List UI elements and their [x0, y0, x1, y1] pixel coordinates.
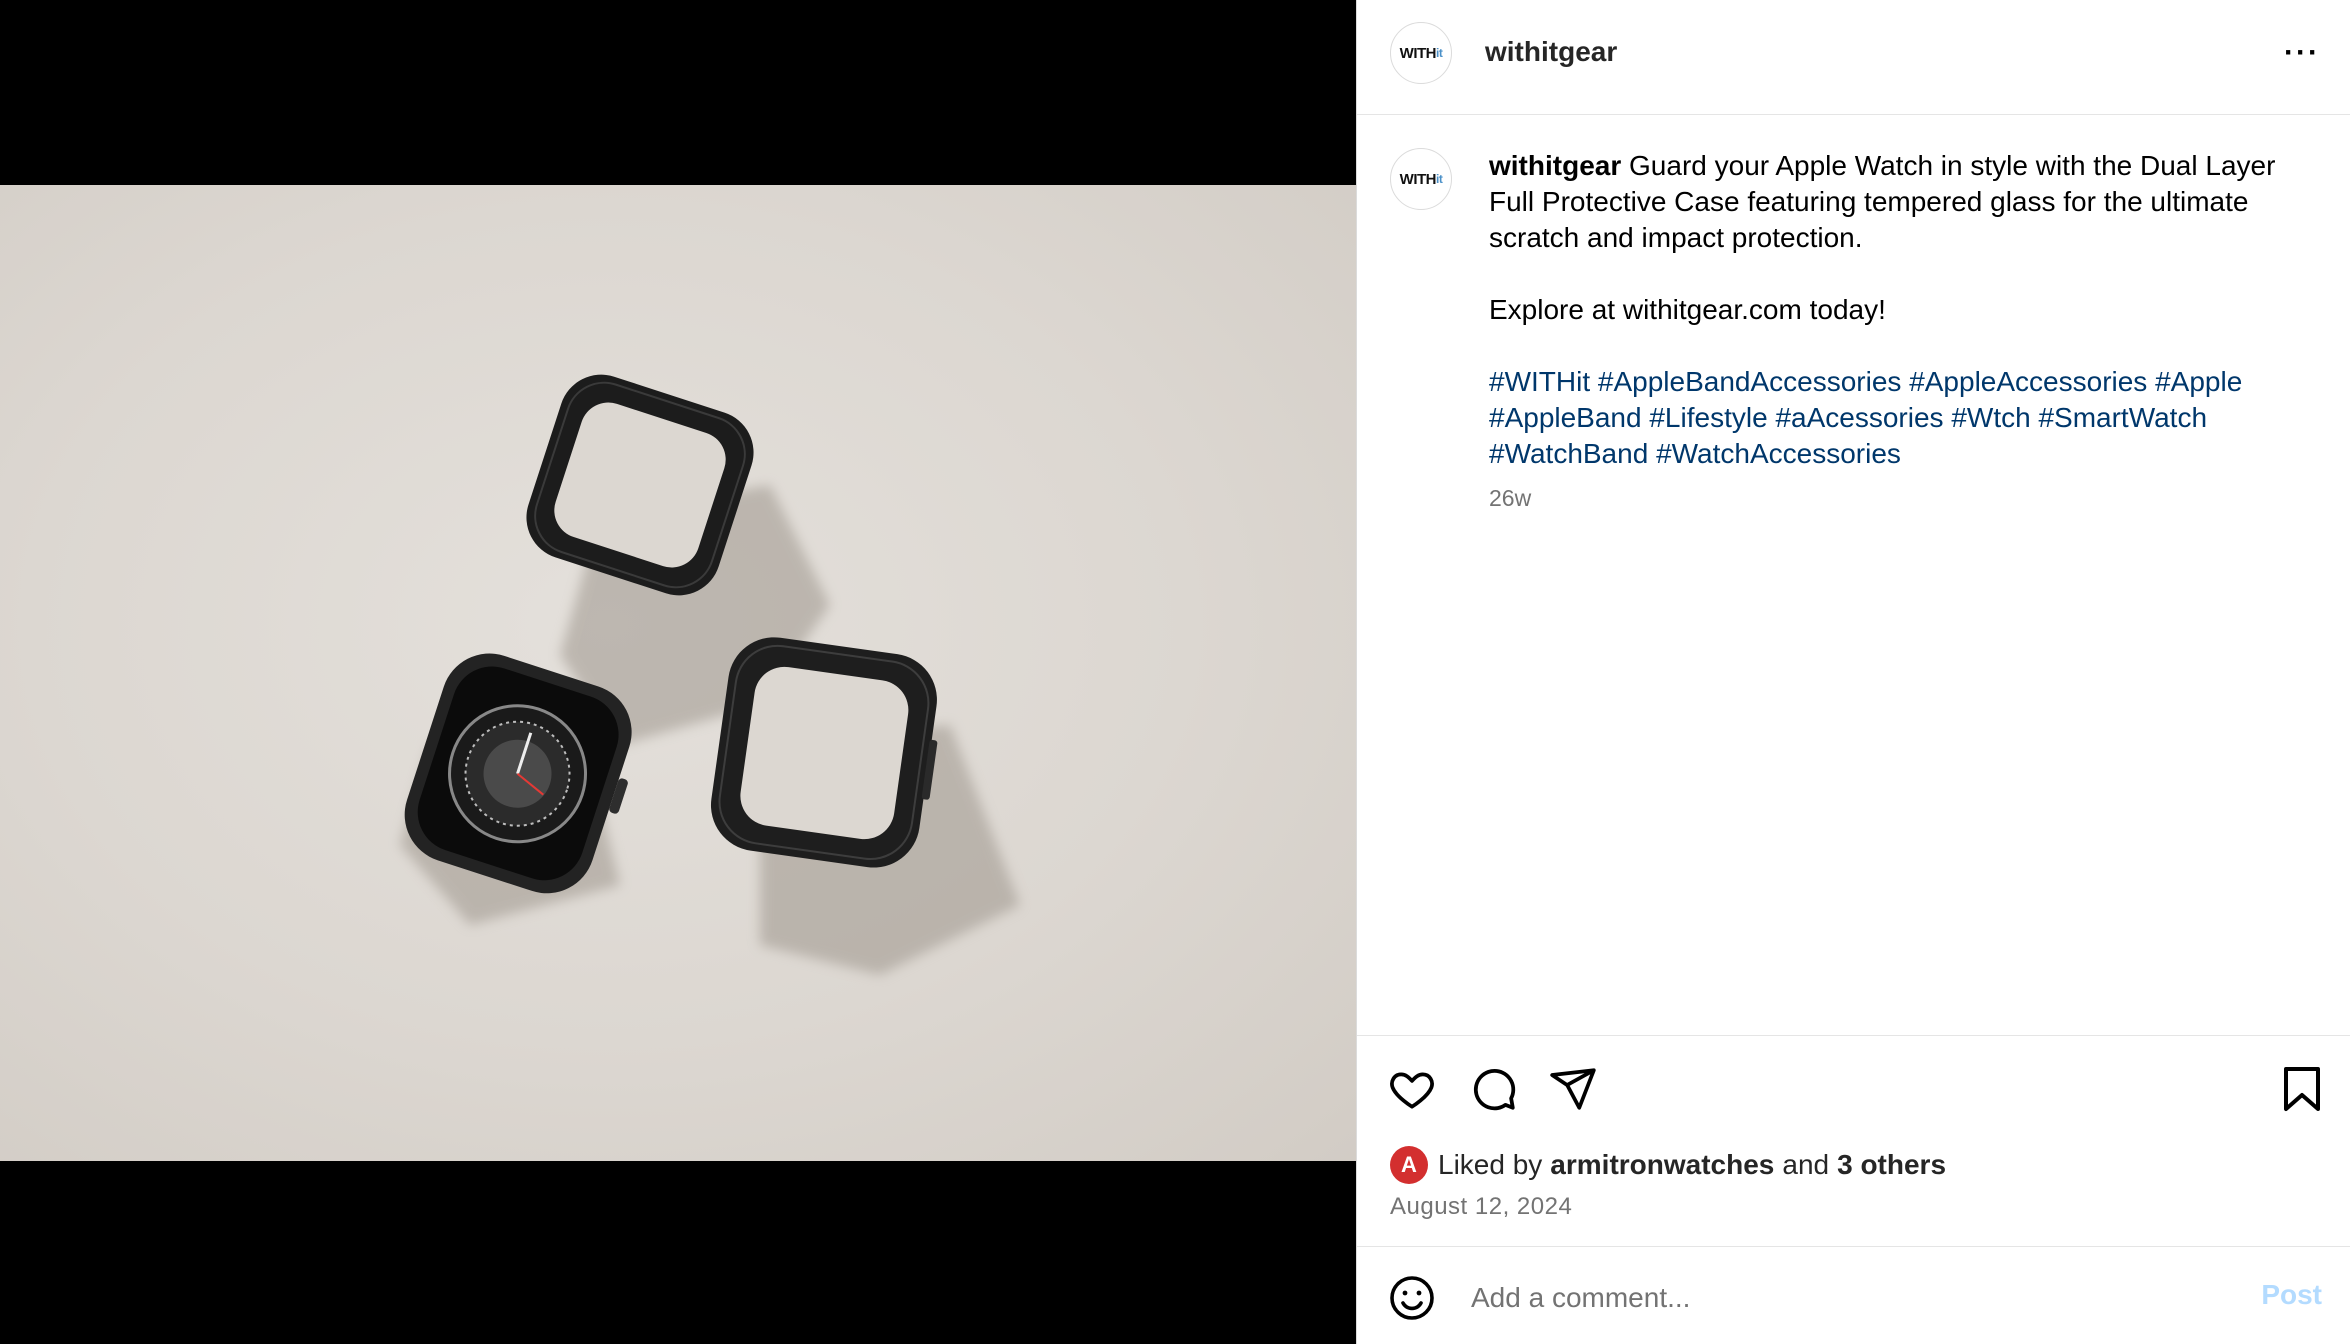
post-actions: A Liked by armitronwatches and 3 others … [1357, 1035, 2350, 1245]
bookmark-icon[interactable] [2280, 1064, 2324, 1119]
caption-cta: Explore at withitgear.com today! [1489, 294, 1886, 325]
author-avatar[interactable]: WITH it [1390, 22, 1452, 84]
likes-prefix: Liked by [1438, 1149, 1543, 1180]
hashtag-link[interactable]: #SmartWatch [2038, 402, 2207, 433]
share-icon[interactable] [1548, 1064, 1598, 1119]
watch-cases-illustration [400, 374, 1020, 975]
avatar-logo-suffix: it [1435, 46, 1443, 60]
hashtag-link[interactable]: #AppleAccessories [1909, 366, 2147, 397]
hashtag-link[interactable]: #WITHit [1489, 366, 1590, 397]
heart-icon[interactable] [1387, 1064, 1437, 1119]
avatar-logo-text: WITH [1399, 170, 1437, 188]
more-icon[interactable]: ··· [2284, 38, 2320, 68]
post-caption: withitgear Guard your Apple Watch in sty… [1489, 148, 2309, 472]
post-date[interactable]: August 12, 2024 [1390, 1193, 1572, 1221]
liker-avatar[interactable]: A [1390, 1146, 1428, 1184]
likes-conjunction: and [1782, 1149, 1830, 1180]
hashtag-link[interactable]: #WatchAccessories [1656, 438, 1901, 469]
author-username[interactable]: withitgear [1485, 36, 1617, 68]
post-media [0, 0, 1356, 1344]
avatar-logo-suffix: it [1435, 172, 1443, 186]
post-side-panel: WITH it withitgear ··· WITH it withitgear … [1356, 0, 2350, 1344]
comment-bar: Post [1357, 1246, 2350, 1344]
hashtag-link[interactable]: #Wtch [1951, 402, 2030, 433]
post-age[interactable]: 26w [1489, 485, 1531, 512]
avatar-logo-text: WITH [1399, 44, 1437, 62]
product-photo [0, 185, 1356, 1161]
liker-username[interactable]: armitronwatches [1550, 1149, 1774, 1181]
hashtag-link[interactable]: #Lifestyle [1649, 402, 1767, 433]
caption-hashtags: #WITHit #AppleBandAccessories #AppleAcce… [1489, 364, 2309, 472]
emoji-icon[interactable] [1388, 1274, 1436, 1327]
hashtag-link[interactable]: #AppleBandAccessories [1598, 366, 1902, 397]
post-header: WITH it withitgear ··· [1357, 0, 2350, 115]
hashtag-link[interactable]: #aAcessories [1775, 402, 1943, 433]
caption-author-avatar[interactable]: WITH it [1390, 148, 1452, 210]
likes-summary: A Liked by armitronwatches and 3 others [1390, 1146, 1954, 1184]
hashtag-link[interactable]: #AppleBand [1489, 402, 1642, 433]
comment-input[interactable] [1469, 1277, 2233, 1319]
comment-icon[interactable] [1468, 1064, 1518, 1119]
hashtag-link[interactable]: #Apple [2155, 366, 2242, 397]
hashtag-link[interactable]: #WatchBand [1489, 438, 1648, 469]
caption-username[interactable]: withitgear [1489, 150, 1621, 181]
likes-others-link[interactable]: 3 others [1837, 1149, 1946, 1181]
post-comment-button[interactable]: Post [2261, 1279, 2322, 1311]
